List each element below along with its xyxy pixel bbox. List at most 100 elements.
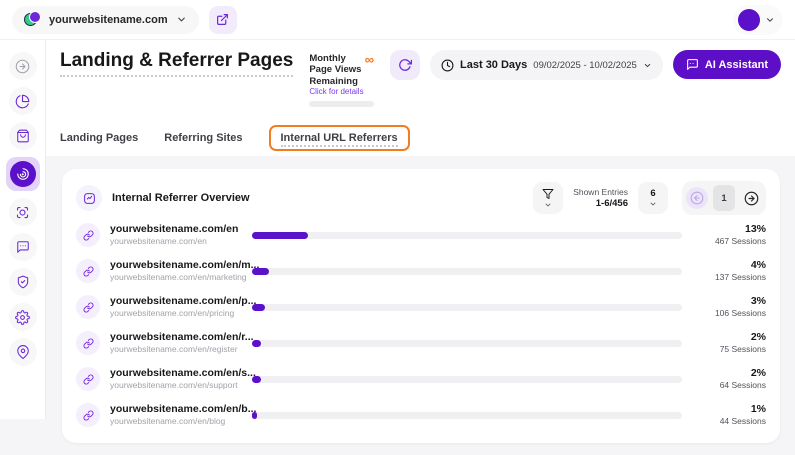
usage-bar-fill xyxy=(252,340,261,347)
pagination: 1 xyxy=(682,181,766,215)
usage-bar-fill xyxy=(252,412,257,419)
link-icon-badge xyxy=(76,331,100,355)
site-selector-label: yourwebsitename.com xyxy=(49,14,168,26)
referrer-url-full: yourwebsitename.com/en/blog xyxy=(110,416,246,427)
map-pin-icon xyxy=(16,345,30,359)
date-range-value: 09/02/2025 - 10/02/2025 xyxy=(533,60,637,71)
sidebar-item-analytics[interactable] xyxy=(9,87,37,115)
sessions-value: 75 Sessions xyxy=(692,344,766,355)
infinity-badge: ∞ xyxy=(365,53,374,66)
link-icon xyxy=(83,410,94,421)
referrer-url-full: yourwebsitename.com/en xyxy=(110,236,246,247)
sidebar-item-goals[interactable] xyxy=(9,198,37,226)
sessions-value: 467 Sessions xyxy=(692,236,766,247)
clock-icon xyxy=(441,59,454,72)
sidebar-item-location[interactable] xyxy=(9,338,37,366)
page-title: Landing & Referrer Pages xyxy=(60,50,293,77)
usage-bar-track xyxy=(252,304,682,311)
referrer-row: yourwebsitename.com/en/r...yourwebsitena… xyxy=(76,325,766,361)
shown-entries: Shown Entries 1-6/456 xyxy=(573,187,628,210)
referrer-url-full: yourwebsitename.com/en/marketing xyxy=(110,272,246,283)
referrer-row: yourwebsitename.com/en/s...yourwebsitena… xyxy=(76,361,766,397)
sessions-value: 137 Sessions xyxy=(692,272,766,283)
referrer-url: yourwebsitename.com/en/s... xyxy=(110,367,246,381)
link-icon xyxy=(83,230,94,241)
shopping-bag-icon xyxy=(16,129,30,143)
site-favicon-icon xyxy=(24,11,41,28)
usage-bar-fill xyxy=(252,268,269,275)
refresh-button[interactable] xyxy=(390,50,420,80)
link-icon-badge xyxy=(76,403,100,427)
active-item-circle xyxy=(10,161,36,187)
referrer-row: yourwebsitename.com/en/b...yourwebsitena… xyxy=(76,397,766,433)
sidebar-item-security[interactable] xyxy=(9,268,37,296)
pagination-prev-button[interactable] xyxy=(686,187,708,209)
chat-bubble-icon xyxy=(16,240,30,254)
referrer-url: yourwebsitename.com/en/p... xyxy=(110,295,246,309)
usage-bar-track xyxy=(252,232,682,239)
chevron-down-icon xyxy=(643,61,652,70)
refresh-icon xyxy=(398,58,412,72)
chevron-down-icon xyxy=(649,200,657,208)
report-icon xyxy=(83,192,96,205)
pagination-next-button[interactable] xyxy=(740,187,762,209)
referrer-url: yourwebsitename.com/en/r... xyxy=(110,331,246,345)
percent-value: 1% xyxy=(692,403,766,417)
sessions-value: 106 Sessions xyxy=(692,308,766,319)
link-icon xyxy=(83,302,94,313)
share-button[interactable] xyxy=(209,6,237,34)
percent-value: 3% xyxy=(692,295,766,309)
tab-landing-pages[interactable]: Landing Pages xyxy=(60,132,138,144)
user-menu[interactable] xyxy=(733,5,783,35)
tab-referring-sites[interactable]: Referring Sites xyxy=(164,132,242,144)
shown-entries-label: Shown Entries xyxy=(573,187,628,198)
usage-bar-track xyxy=(252,268,682,275)
referrer-url: yourwebsitename.com/en xyxy=(110,223,246,237)
link-icon-badge xyxy=(76,259,100,283)
filter-button[interactable] xyxy=(533,182,563,214)
pie-chart-icon xyxy=(15,94,30,109)
tab-internal-url-referrers[interactable]: Internal URL Referrers xyxy=(269,125,410,151)
sidebar-item-referrers-active[interactable] xyxy=(6,157,40,191)
internal-referrer-card: Internal Referrer Overview Shown Entries… xyxy=(62,169,780,443)
usage-bar-fill xyxy=(252,376,261,383)
shown-entries-value: 1-6/456 xyxy=(573,198,628,210)
sidebar-item-settings[interactable] xyxy=(9,303,37,331)
arrow-left-circle-icon xyxy=(690,191,704,205)
referrer-row: yourwebsitename.com/en/m...yourwebsitena… xyxy=(76,253,766,289)
site-selector[interactable]: yourwebsitename.com xyxy=(12,6,199,34)
sidebar-item-store[interactable] xyxy=(9,122,37,150)
quota-widget: Monthly Page Views Remaining Click for d… xyxy=(309,50,374,107)
usage-bar-track xyxy=(252,412,682,419)
sidebar-item-toggle[interactable] xyxy=(9,52,37,80)
referrer-url: yourwebsitename.com/en/m... xyxy=(110,259,246,273)
tab-bar: Landing Pages Referring Sites Internal U… xyxy=(60,120,781,156)
arrow-right-circle-icon xyxy=(744,191,759,206)
usage-bar-fill xyxy=(252,232,308,239)
card-title: Internal Referrer Overview xyxy=(112,192,250,204)
sessions-value: 64 Sessions xyxy=(692,380,766,391)
page-size-selector[interactable]: 6 xyxy=(638,182,668,214)
sidebar-item-messages[interactable] xyxy=(9,233,37,261)
quota-progress-bar xyxy=(309,101,374,107)
page-header: Landing & Referrer Pages Monthly Page Vi… xyxy=(46,40,795,156)
focus-scan-icon xyxy=(15,205,30,220)
sessions-value: 44 Sessions xyxy=(692,416,766,427)
pagination-current-page[interactable]: 1 xyxy=(713,185,735,211)
avatar xyxy=(738,9,760,31)
quota-details-link[interactable]: Click for details xyxy=(309,87,364,96)
link-icon xyxy=(83,374,94,385)
date-range-picker[interactable]: Last 30 Days 09/02/2025 - 10/02/2025 xyxy=(430,50,663,80)
gear-icon xyxy=(15,310,30,325)
report-icon-badge xyxy=(76,185,102,211)
chat-bubble-icon xyxy=(686,58,699,71)
shield-check-icon xyxy=(16,275,30,289)
referrer-url: yourwebsitename.com/en/b... xyxy=(110,403,246,417)
page-size-value: 6 xyxy=(650,188,655,199)
referrer-row: yourwebsitename.com/enyourwebsitename.co… xyxy=(76,217,766,253)
arrow-right-circle-icon xyxy=(15,59,30,74)
referrer-row: yourwebsitename.com/en/p...yourwebsitena… xyxy=(76,289,766,325)
date-range-label: Last 30 Days xyxy=(460,59,527,71)
ai-assistant-button[interactable]: AI Assistant xyxy=(673,50,781,79)
swirl-fingerprint-icon xyxy=(16,167,30,181)
